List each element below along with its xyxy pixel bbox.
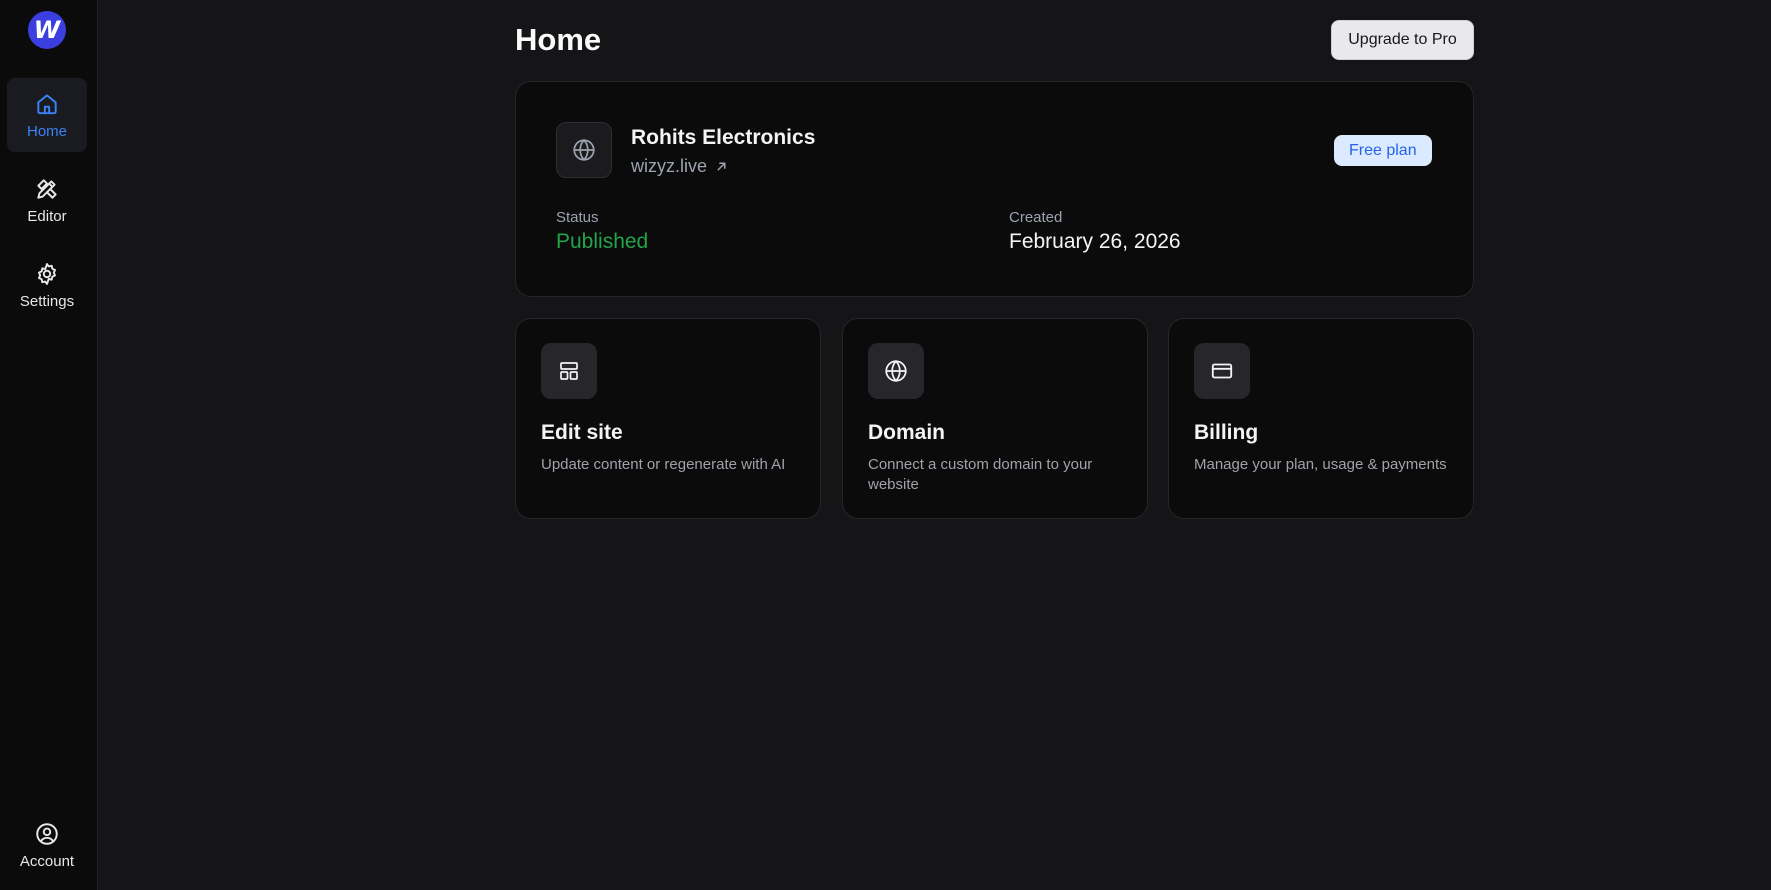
site-url-text: wizyz.live — [631, 156, 708, 176]
sidebar-item-label: Settings — [19, 292, 75, 310]
sidebar-item-label: Home — [26, 122, 67, 140]
layout-icon — [560, 362, 578, 380]
action-description: Manage your plan, usage & payments — [1194, 456, 1447, 473]
sidebar-item-home[interactable]: Home — [7, 78, 87, 152]
sidebar-item-editor[interactable]: Editor — [7, 163, 87, 237]
plan-badge: Free plan — [1334, 135, 1432, 166]
action-icon — [868, 343, 924, 399]
sidebar: W Home Editor Settings Account — [0, 0, 98, 890]
globe-icon — [885, 360, 907, 382]
home-icon — [37, 93, 57, 114]
credit-card-icon — [1211, 363, 1233, 379]
site-icon — [556, 122, 612, 178]
action-icon — [541, 343, 597, 399]
sidebar-item-label: Editor — [27, 207, 67, 225]
created-label: Created — [1009, 209, 1063, 226]
action-title: Domain — [868, 421, 946, 444]
logo[interactable]: W — [28, 11, 66, 49]
external-arrow-icon — [717, 162, 726, 171]
logo-letter: W — [33, 16, 61, 44]
action-title: Billing — [1194, 421, 1259, 444]
domain-card[interactable]: Domain Connect a custom domain to your w… — [842, 318, 1148, 519]
site-card: Rohits Electronics wizyz.live Free plan … — [515, 81, 1474, 297]
site-url-link[interactable]: wizyz.live — [631, 156, 728, 177]
action-icon — [1194, 343, 1250, 399]
billing-card[interactable]: Billing Manage your plan, usage & paymen… — [1168, 318, 1474, 519]
action-description: Connect a custom domain to your website — [868, 456, 1093, 493]
gear-icon — [38, 262, 56, 285]
sidebar-item-account[interactable]: Account — [7, 808, 87, 882]
upgrade-button[interactable]: Upgrade to Pro — [1331, 20, 1474, 60]
site-name: Rohits Electronics — [631, 126, 816, 149]
status-label: Status — [556, 209, 599, 226]
action-title: Edit site — [541, 421, 623, 444]
status-value: Published — [556, 230, 649, 253]
sidebar-item-label: Account — [19, 852, 75, 870]
action-description: Update content or regenerate with AI — [541, 456, 786, 473]
pencil-ruler-icon — [37, 178, 57, 199]
created-value: February 26, 2026 — [1009, 230, 1181, 253]
user-circle-icon — [36, 822, 58, 845]
edit-site-card[interactable]: Edit site Update content or regenerate w… — [515, 318, 821, 519]
sidebar-item-settings[interactable]: Settings — [7, 248, 87, 322]
globe-icon — [573, 139, 595, 161]
page-title: Home — [515, 22, 602, 57]
